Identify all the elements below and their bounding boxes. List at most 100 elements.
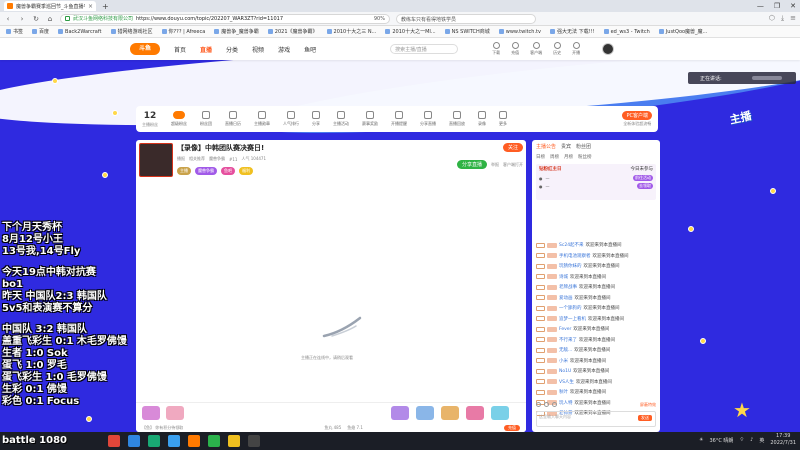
gift-icon[interactable] <box>441 406 459 420</box>
app-icon[interactable] <box>128 435 140 447</box>
nav-yuba[interactable]: 鱼吧 <box>304 45 316 54</box>
chat-username[interactable]: 一个舔狗的 <box>559 305 582 311</box>
emoji-icon[interactable] <box>536 402 541 407</box>
tab-announcement[interactable]: 主播公告 <box>536 143 556 150</box>
tag-badge[interactable]: 魔兽争霸 <box>195 167 217 175</box>
header-history[interactable]: 历史 <box>553 42 561 56</box>
bookmark-item[interactable]: Back2Warcraft <box>58 29 102 35</box>
chat-username[interactable]: 无敌... <box>559 347 572 353</box>
header-client[interactable]: 客户端 <box>530 42 542 56</box>
func-more[interactable]: 更多 <box>499 111 507 127</box>
url-input[interactable]: 武汉斗鱼网络科技有限公司 https://www.douyu.com/topic… <box>60 13 390 24</box>
folder-icon[interactable] <box>228 435 240 447</box>
chat-username[interactable]: 手机电池观察者 <box>559 253 591 259</box>
claim-button[interactable]: 去领取 <box>637 183 653 189</box>
tab-weekly[interactable]: 周榜 <box>550 154 559 160</box>
tab-fan-club[interactable]: 粉丝团 <box>576 143 591 150</box>
bookmark-item[interactable]: 魔兽争_魔兽争霸 <box>214 28 259 35</box>
chat-username[interactable]: 秋叶 <box>559 389 568 395</box>
chat-username[interactable]: Sc24起不来 <box>559 242 584 248</box>
home-icon[interactable]: ⌂ <box>46 15 54 23</box>
func-medal[interactable]: 主播勋章 <box>254 111 270 127</box>
send-button[interactable]: 发送 <box>638 415 652 421</box>
back-icon[interactable]: ‹ <box>4 15 12 23</box>
chat-username[interactable]: 玩人特 <box>559 400 573 406</box>
chat-username[interactable]: 追梦一上看机 <box>559 316 586 322</box>
func-replay[interactable]: 直播回放 <box>449 111 465 127</box>
func-share[interactable]: 分享 <box>312 111 320 127</box>
open-client-link[interactable]: 客户端打开 <box>503 162 523 168</box>
chat-username[interactable]: 爱动画 <box>559 295 573 301</box>
func-remind[interactable]: 开播提醒 <box>391 111 407 127</box>
func-calendar[interactable]: 直播日历 <box>225 111 241 127</box>
close-window-button[interactable]: ✕ <box>790 0 796 12</box>
report-link[interactable]: 举报 <box>491 162 499 168</box>
bookmark-item[interactable]: 书签 <box>6 28 23 35</box>
site-search-input[interactable]: 搜索主播/直播 <box>390 44 459 54</box>
func-super-fans[interactable]: 超级粉丝 <box>171 111 187 127</box>
anchor-avatar[interactable] <box>139 143 173 177</box>
weather-text[interactable]: 36°C 晴朗 <box>709 437 733 444</box>
func-share-live[interactable]: 分享直播 <box>420 111 436 127</box>
bookmark-item[interactable]: 强大无法 下载!!! <box>549 28 595 35</box>
clock[interactable]: 17:39 2022/7/31 <box>770 433 796 447</box>
tag-badge[interactable]: 主播 <box>177 167 191 175</box>
app-icon[interactable] <box>108 435 120 447</box>
menu-icon[interactable]: ≡ <box>790 14 796 23</box>
douyu-logo[interactable]: 斗鱼 <box>130 43 160 55</box>
header-recharge[interactable]: 充值 <box>511 42 519 56</box>
follow-button[interactable]: 关注 <box>502 143 523 152</box>
maximize-button[interactable]: ❐ <box>774 0 780 12</box>
pc-client-button[interactable]: PC客户端 全新体验超流畅 <box>622 111 652 127</box>
bookmark-item[interactable]: 2010十大之一MI... <box>385 28 436 35</box>
chat-username[interactable]: No1U <box>559 369 571 374</box>
header-broadcast[interactable]: 开播 <box>572 42 580 56</box>
nav-live[interactable]: 直播 <box>200 45 212 54</box>
video-canvas[interactable]: 主播正在连线中，请稍后观看 <box>136 180 526 402</box>
bookmark-item[interactable]: 你??? | Afreeca <box>161 28 205 35</box>
bookmark-item[interactable]: 猎网络游戏社区 <box>110 28 153 35</box>
tag-badge[interactable]: 鱼吧 <box>221 167 235 175</box>
app-icon[interactable] <box>148 435 160 447</box>
chat-input[interactable]: 这里输入聊天内容 发送 <box>536 411 656 427</box>
download-icon[interactable]: ⤓ <box>781 14 784 23</box>
tab-daily[interactable]: 日榜 <box>536 154 545 160</box>
chat-username[interactable]: 诗城 <box>559 274 568 280</box>
chat-username[interactable]: 不行来了 <box>559 337 577 343</box>
recharge-button[interactable]: 充值 <box>503 425 520 431</box>
bookmark-item[interactable]: 2010十大之三 N... <box>326 28 376 35</box>
func-reward[interactable]: 赛事奖励 <box>362 111 378 127</box>
close-tab-icon[interactable]: × <box>88 3 93 10</box>
browser-tab[interactable]: 魔兽争霸赛季巡回节_斗鱼直播平台 × <box>4 1 96 11</box>
fan-badge-icon[interactable] <box>544 402 549 407</box>
tab-fans-rank[interactable]: 粉丝榜 <box>578 154 592 160</box>
app-icon[interactable] <box>168 435 180 447</box>
bookmark-item[interactable]: JustQoo魔兽_魔... <box>658 28 707 35</box>
app-icon[interactable] <box>248 435 260 447</box>
nav-home[interactable]: 首页 <box>174 45 186 54</box>
block-effects-toggle[interactable]: 屏蔽特效 <box>640 402 656 408</box>
func-fan-club[interactable]: 粉丝团 <box>200 111 212 127</box>
gift-icon[interactable] <box>491 406 509 420</box>
reload-icon[interactable]: ↻ <box>32 15 40 23</box>
bookmark-item[interactable]: 2021《魔兽争霸》 <box>267 28 318 35</box>
chat-username[interactable]: 玩猜你妹的 <box>559 263 582 269</box>
new-tab-button[interactable]: + <box>102 2 109 11</box>
tag-badge[interactable]: 福利 <box>239 167 253 175</box>
bookmark-item[interactable]: NS SWITCH商城 <box>444 28 490 35</box>
gift-icon[interactable] <box>416 406 434 420</box>
barrage-icon[interactable] <box>552 402 557 407</box>
bookmark-item[interactable]: ed_ws3 - Twitch <box>603 29 650 35</box>
header-download[interactable]: 下载 <box>492 42 500 56</box>
gift-icon[interactable] <box>466 406 484 420</box>
extension-icon[interactable]: ⬡ <box>769 14 775 23</box>
fans-counter[interactable]: 12 主播粉丝 <box>142 111 158 128</box>
go-activity-button[interactable]: 前往活动 <box>633 175 653 181</box>
volume-icon[interactable]: ♪ <box>750 437 753 443</box>
points-tip[interactable]: 【鱼】 你有积分待领取 <box>142 425 183 431</box>
nav-game[interactable]: 游戏 <box>278 45 290 54</box>
app-icon[interactable] <box>188 435 200 447</box>
gift-icon[interactable] <box>391 406 409 420</box>
bookmark-item[interactable]: www.twitch.tv <box>498 29 541 35</box>
gift-icon[interactable] <box>166 406 184 420</box>
